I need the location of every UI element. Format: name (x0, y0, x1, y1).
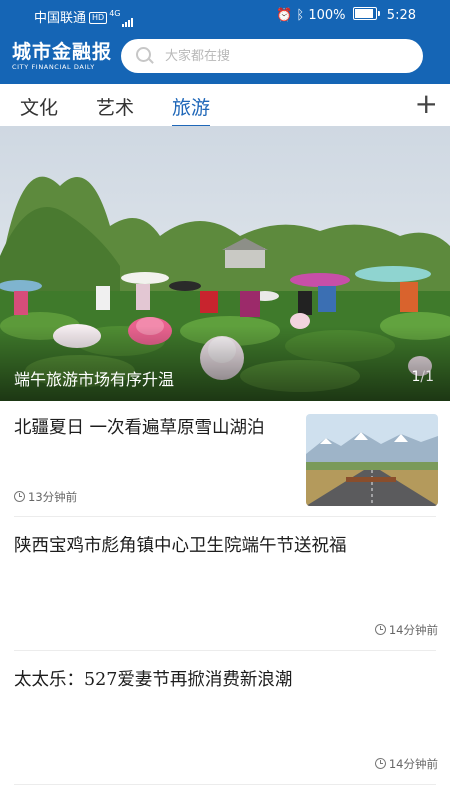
search-icon (136, 47, 151, 62)
battery-fill (354, 9, 373, 18)
slide-total: 1 (425, 369, 434, 385)
bluetooth-icon: ᛒ (296, 8, 305, 23)
status-right: ⏰ ᛒ 100% 5:28 (276, 7, 416, 23)
plus-icon[interactable]: + (415, 88, 438, 120)
logo-chinese: 城市金融报 (12, 41, 113, 63)
divider (14, 784, 436, 785)
news-time: 13分钟前 (14, 489, 77, 505)
network-type: 4G (109, 9, 121, 18)
hd-badge: HD (89, 12, 108, 24)
search-input[interactable] (165, 39, 405, 73)
app-header: 中国联通 HD 4G ⏰ ᛒ 100% 5:28 城市金融报 CITY FINANC… (0, 0, 450, 84)
hero-image (0, 126, 450, 401)
signal-icon (121, 12, 134, 27)
logo-english: CITY FINANCIAL DAILY (12, 63, 95, 71)
news-time: 14分钟前 (374, 756, 438, 772)
clock-icon (14, 491, 25, 502)
clock-time: 5:28 (386, 8, 416, 23)
status-bar: 中国联通 HD 4G ⏰ ᛒ 100% 5:28 (0, 0, 450, 32)
news-item[interactable]: 太太乐：527爱妻节再掀消费新浪潮 14分钟前 (0, 651, 450, 785)
search-bar[interactable] (121, 39, 423, 73)
tab-travel[interactable]: 旅游 (172, 93, 211, 128)
battery-percent: 100% (308, 8, 346, 23)
tab-art[interactable]: 艺术 (96, 93, 134, 120)
clock-icon (374, 758, 386, 769)
battery-icon (352, 7, 380, 20)
thumbnail-image (306, 414, 438, 506)
news-title: 太太乐：527爱妻节再掀消费新浪潮 (14, 670, 293, 690)
news-time-text: 13分钟前 (28, 490, 78, 504)
news-item[interactable]: 北疆夏日 一次看遍草原雪山湖泊 13分钟前 (0, 401, 450, 517)
news-time-text: 14分钟前 (388, 757, 438, 771)
news-thumbnail (306, 414, 438, 506)
channel-tabs: 文化 艺术 旅游 + (0, 84, 450, 128)
tab-culture[interactable]: 文化 (20, 93, 58, 120)
app-logo: 城市金融报 CITY FINANCIAL DAILY (12, 41, 112, 72)
news-item[interactable]: 陕西宝鸡市彪角镇中心卫生院端午节送祝福 14分钟前 (0, 517, 450, 651)
news-title: 北疆夏日 一次看遍草原雪山湖泊 (14, 418, 265, 438)
slide-counter: 1/1 (411, 369, 434, 385)
hero-banner[interactable]: 端午旅游市场有序升温 1/1 (0, 126, 450, 401)
news-time-text: 14分钟前 (388, 623, 438, 637)
news-title: 陕西宝鸡市彪角镇中心卫生院端午节送祝福 (14, 536, 347, 556)
alarm-icon: ⏰ (276, 8, 293, 23)
hero-caption: 端午旅游市场有序升温 (14, 370, 175, 389)
news-time: 14分钟前 (374, 622, 438, 638)
carrier-name: 中国联通 (34, 11, 87, 26)
clock-icon (374, 624, 386, 635)
status-left: 中国联通 HD 4G (34, 7, 134, 27)
